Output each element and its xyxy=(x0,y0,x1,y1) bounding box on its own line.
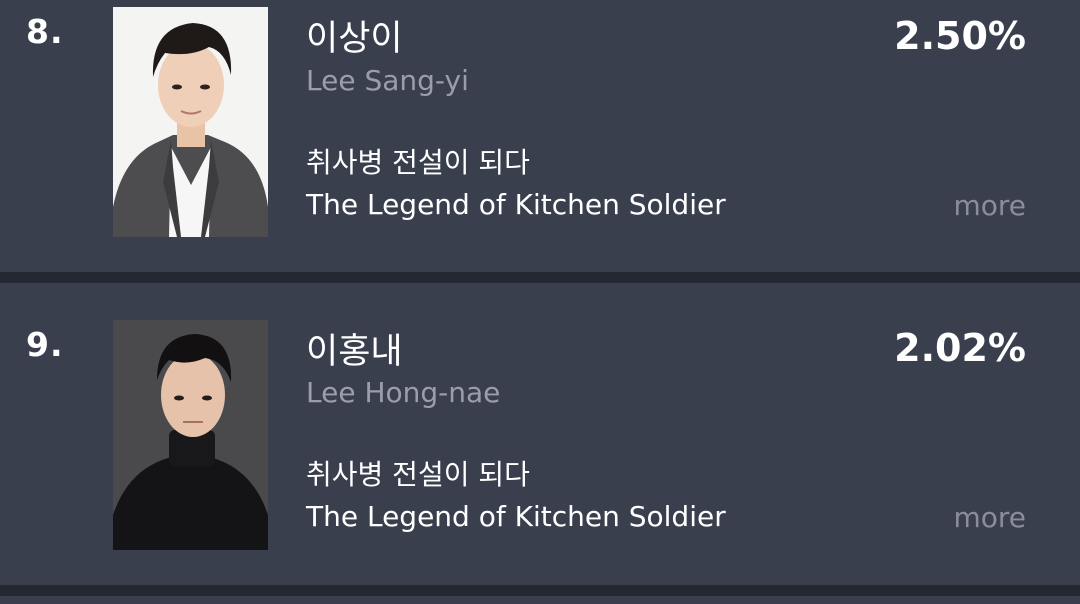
ranking-card-partial xyxy=(0,596,1080,604)
actor-photo-image xyxy=(113,320,268,550)
rank-number: 9. xyxy=(26,325,64,364)
show-title-korean: 취사병 전설이 되다 xyxy=(306,146,530,179)
show-title-korean: 취사병 전설이 되다 xyxy=(306,458,530,491)
show-title-english: The Legend of Kitchen Soldier xyxy=(306,500,726,533)
ranking-card[interactable]: 9. 이홍내 Lee Hong-nae 취사병 전설이 되다 The Legen… xyxy=(0,283,1080,585)
show-title-english: The Legend of Kitchen Soldier xyxy=(306,188,726,221)
ranking-card[interactable]: 8. 이상이 Lee Sang-yi 취사병 전설이 되다 The Legend… xyxy=(0,0,1080,272)
ranking-list: 8. 이상이 Lee Sang-yi 취사병 전설이 되다 The Legend… xyxy=(0,0,1080,604)
actor-name-korean: 이상이 xyxy=(306,19,403,59)
more-link[interactable]: more xyxy=(953,189,1026,222)
actor-photo[interactable] xyxy=(113,7,268,237)
actor-name-korean: 이홍내 xyxy=(306,332,403,372)
actor-photo-image xyxy=(113,7,268,237)
vote-percentage: 2.02% xyxy=(894,326,1026,370)
actor-photo[interactable] xyxy=(113,320,268,550)
actor-name-english: Lee Sang-yi xyxy=(306,64,469,97)
rank-number: 8. xyxy=(26,12,64,51)
actor-name-english: Lee Hong-nae xyxy=(306,376,501,409)
more-link[interactable]: more xyxy=(953,501,1026,534)
vote-percentage: 2.50% xyxy=(894,14,1026,58)
